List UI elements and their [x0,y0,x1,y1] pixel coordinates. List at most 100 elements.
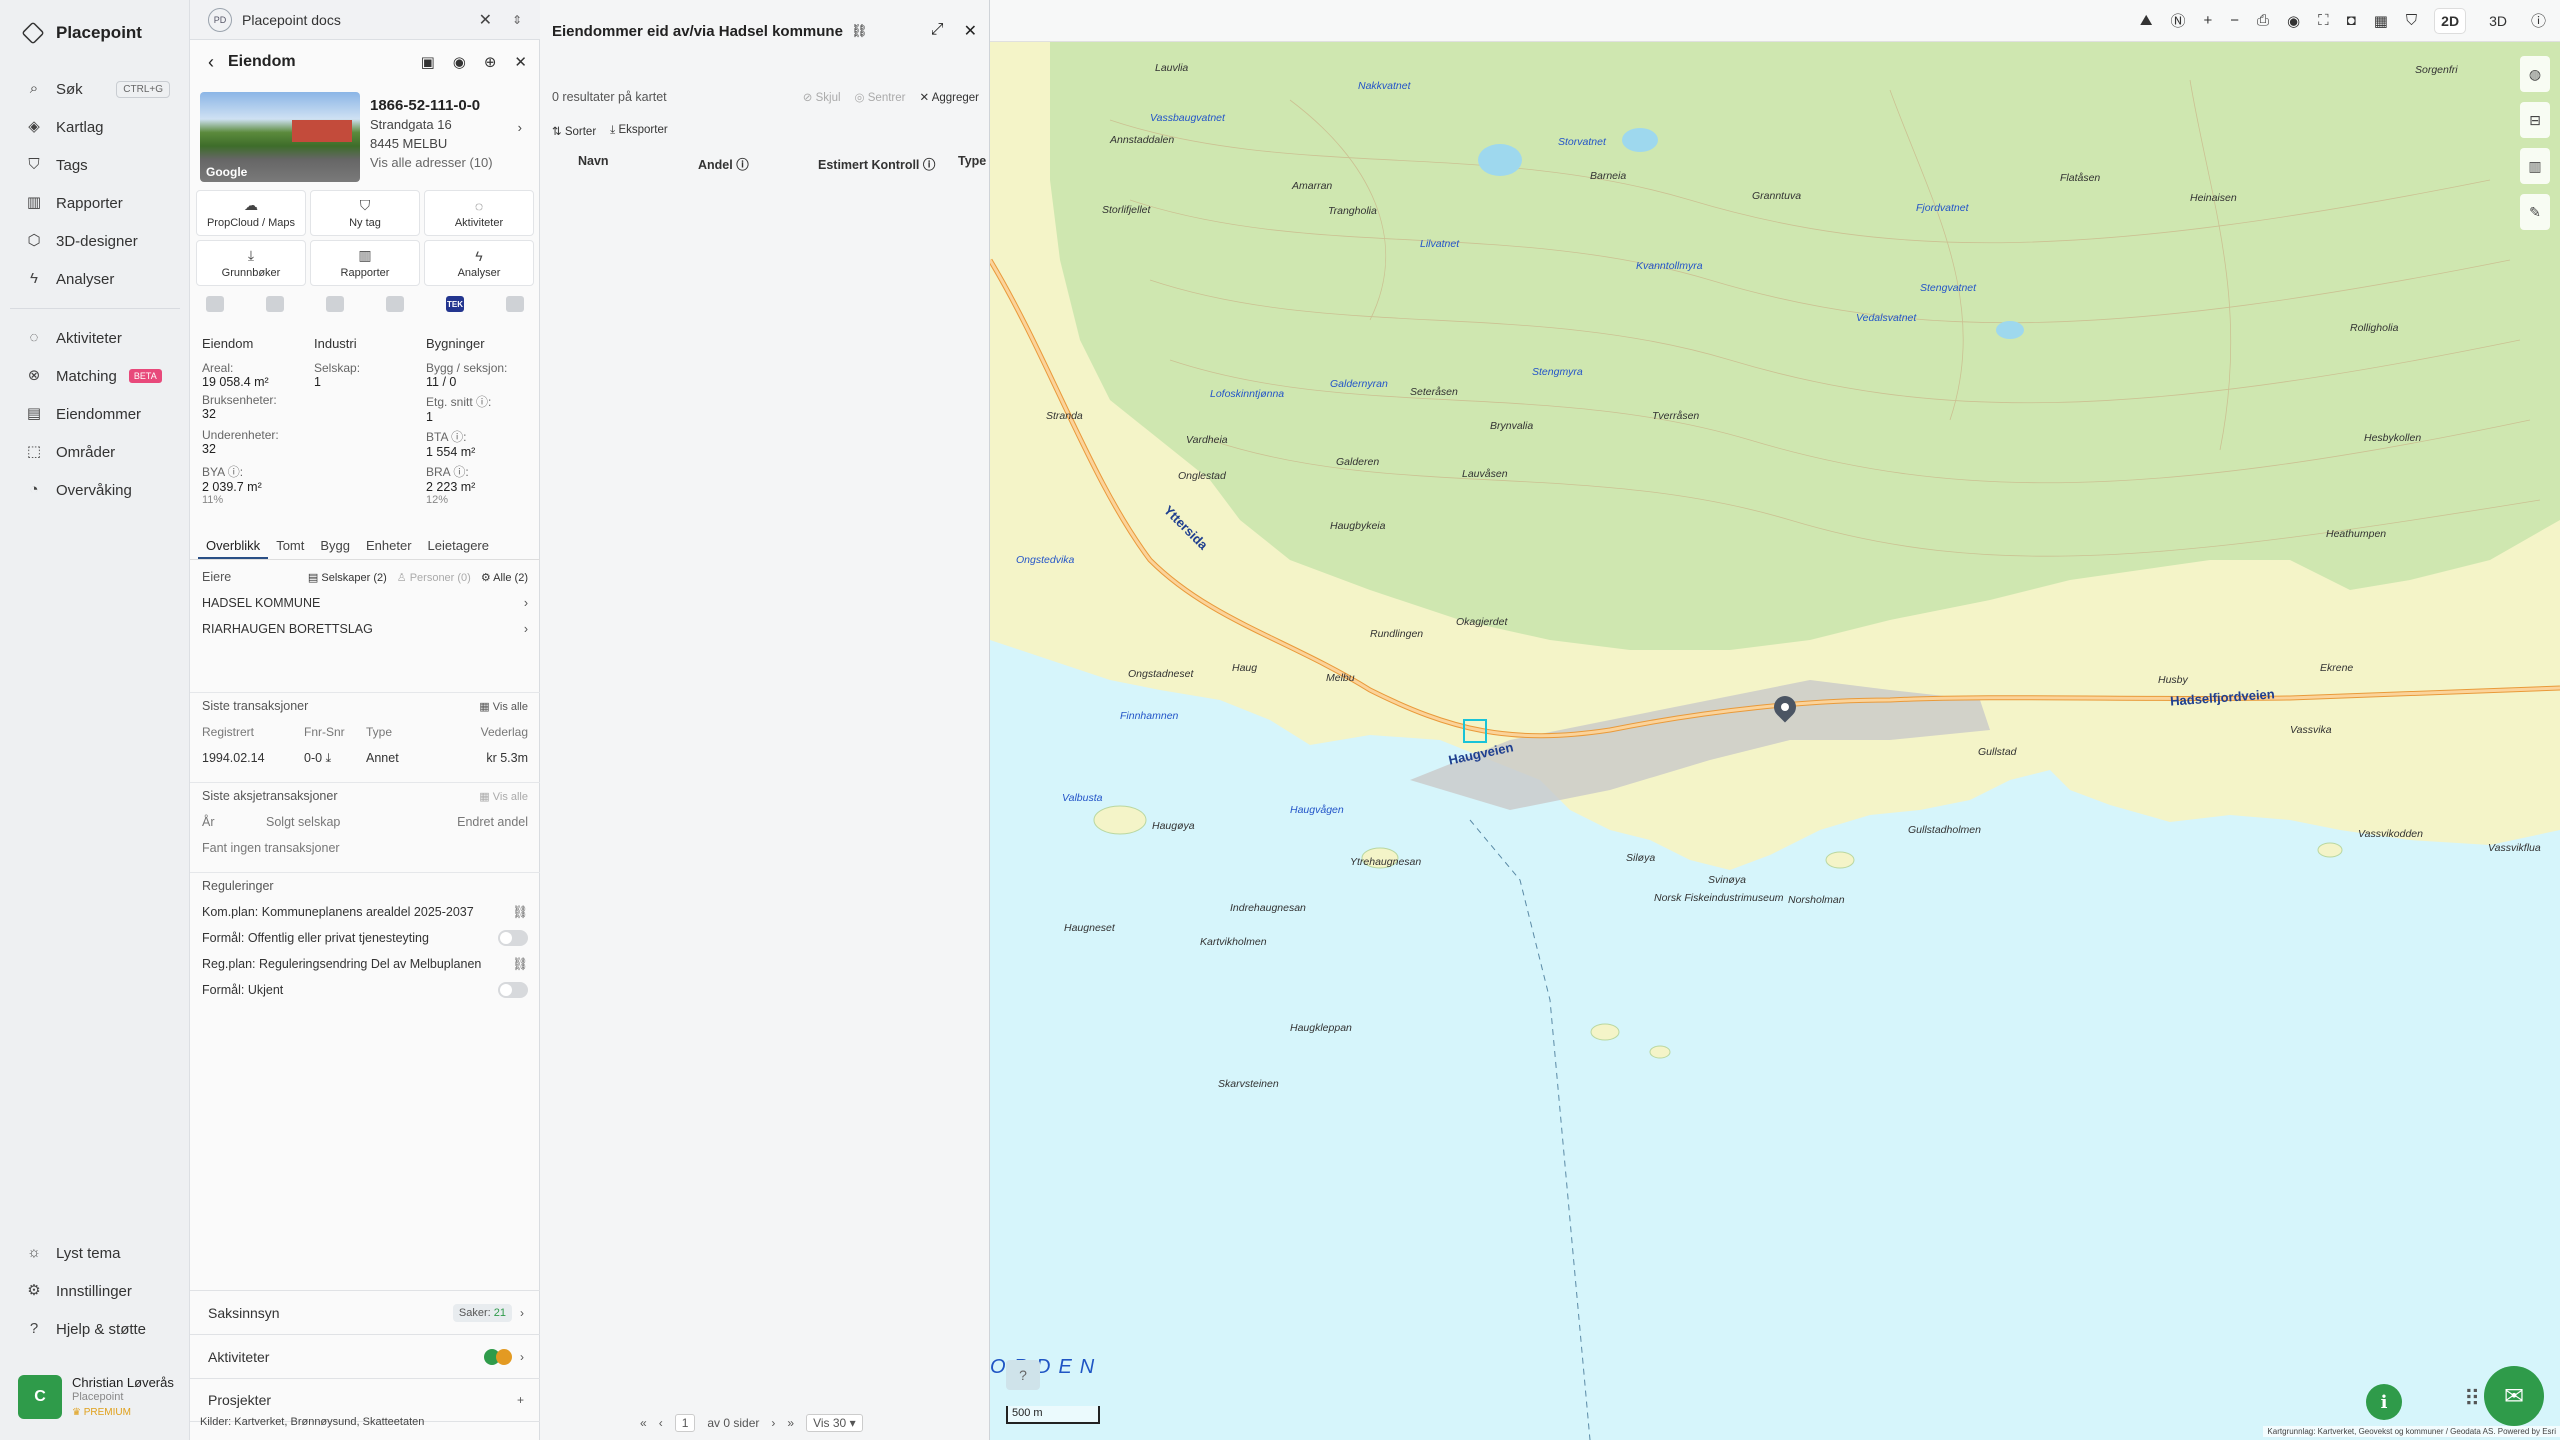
last-page-icon[interactable]: » [787,1416,794,1430]
nav-item-areas[interactable]: ⬚ Områder [0,433,190,471]
property-address[interactable]: 1866-52-111-0-0 Strandgata 16 8445 MELBU… [370,96,530,172]
prev-page-icon[interactable]: ‹ [659,1416,663,1430]
measure-icon[interactable]: ⊟ [2520,102,2550,138]
reports-button[interactable]: ▥ Rapporter [310,240,420,286]
column-header[interactable]: Navn [578,154,609,168]
user-profile[interactable]: C Christian Løverås Placepoint ♛ PREMIUM [18,1372,178,1422]
source-icon[interactable] [206,296,224,312]
nav-item-settings[interactable]: ⚙ Innstillinger [0,1272,190,1310]
page-input[interactable]: 1 [674,1414,696,1432]
hide-button[interactable]: ⊘ Skjul [803,90,841,104]
column-header[interactable]: Andel ⓘ [698,154,749,173]
tab-overview[interactable]: Overblikk [198,530,269,559]
export-button[interactable]: ⤓ Eksporter [610,124,668,138]
nav-item-activities[interactable]: ◌ Aktiviteter [0,319,190,357]
center-button[interactable]: ◎ Sentrer [855,90,906,104]
link-icon[interactable]: ⛓ [851,23,868,39]
propcloud-button[interactable]: ☁ PropCloud / Maps [196,190,306,236]
chat-icon[interactable]: ✉ [2484,1366,2544,1426]
add-icon[interactable]: ⊕ [484,53,497,71]
chevron-updown-icon[interactable]: ⇕ [512,13,522,27]
tab-plot[interactable]: Tomt [268,530,312,559]
show-all-transactions[interactable]: ▦ Vis alle [479,700,528,713]
chart-icon[interactable]: ▥ [2520,148,2550,184]
fullscreen-icon[interactable]: ⛶ [2318,12,2329,29]
eye-icon[interactable]: ◉ [2287,12,2300,30]
aggregate-button[interactable]: ✕ Aggreger [919,90,979,104]
zoom-in-icon[interactable]: + [2204,12,2213,29]
new-tag-button[interactable]: ⛉ Ny tag [310,190,420,236]
analyses-button[interactable]: ϟ Analyser [424,240,534,286]
plus-icon[interactable]: + [517,1393,524,1407]
compass-icon[interactable]: Ⓝ [2170,10,2185,31]
column-header[interactable]: Estimert Kontroll ⓘ [818,154,935,173]
tab-buildings[interactable]: Bygg [312,530,358,559]
nav-item-matching[interactable]: ⊗ Matching BETA [0,357,190,395]
brand[interactable]: Placepoint [21,21,142,45]
all-addresses-link[interactable]: Vis alle adresser (10) [370,153,530,172]
nav-item-light-theme[interactable]: ☼ Lyst tema [0,1234,190,1272]
land-registry-button[interactable]: ⤓ Grunnbøker [196,240,306,286]
layer-toggle[interactable] [498,982,528,998]
layer-toggle[interactable] [498,930,528,946]
owner-row[interactable]: HADSEL KOMMUNE › [190,590,540,616]
tek-source-icon[interactable]: TEK [446,296,464,312]
mode-2d-button[interactable]: 2D [2435,8,2466,33]
source-icon[interactable] [326,296,344,312]
grid-icon[interactable]: ▦ [2374,12,2388,30]
help-icon[interactable]: ? [1006,1360,1040,1390]
info-icon[interactable]: ⓘ [2531,10,2546,31]
nav-item-reports[interactable]: ▥ Rapporter [0,184,190,222]
activities-button[interactable]: ◌ Aktiviteter [424,190,534,236]
print-icon[interactable]: ⎙ [2257,12,2269,29]
column-header[interactable]: Type [958,154,986,168]
link-icon[interactable]: ⛓ [512,905,528,920]
download-icon[interactable]: ⤓ [326,751,332,765]
source-icon[interactable] [506,296,524,312]
regulation-row[interactable]: Reg.plan: Reguleringsendring Del av Melb… [190,951,540,977]
nav-item-help[interactable]: ? Hjelp & støtte [0,1310,190,1348]
back-arrow-icon[interactable]: ‹ [208,52,214,73]
chip-all[interactable]: ⚙ Alle (2) [481,571,528,584]
close-icon[interactable]: ✕ [514,53,527,71]
table-row[interactable]: 1994.02.14 0-0 ⤓ Annet kr 5.3m [190,745,540,771]
nav-item-tags[interactable]: ⛉ Tags [0,146,190,184]
link-icon[interactable]: ⛓ [512,957,528,972]
zoom-out-icon[interactable]: − [2230,12,2239,29]
eye-icon[interactable]: ◉ [453,53,466,71]
sort-button[interactable]: ⇅ Sorter [552,124,596,138]
tab-units[interactable]: Enheter [358,530,420,559]
property-pin-icon[interactable] [1774,696,1796,724]
globe-icon[interactable]: ◍ [2520,56,2550,92]
360-view-icon[interactable]: ▣ [421,53,435,71]
info-icon[interactable]: i [2366,1384,2402,1420]
next-page-icon[interactable]: › [771,1416,775,1430]
chip-companies[interactable]: ▤ Selskaper (2) [308,571,387,584]
close-icon[interactable]: ✕ [479,10,492,30]
per-page-select[interactable]: Vis 30 ▾ [806,1414,863,1432]
draw-icon[interactable]: ✎ [2520,194,2550,230]
camera-icon[interactable]: ◘ [2347,12,2356,29]
chip-persons[interactable]: ♙ Personer (0) [397,571,471,584]
regulation-row[interactable]: Kom.plan: Kommuneplanens arealdel 2025-2… [190,899,540,925]
layers-3d-icon[interactable]: ⛰ [2140,12,2153,29]
bookmark-icon[interactable]: ⛉ [2406,12,2417,29]
nav-item-monitoring[interactable]: ◔ Overvåking [0,471,190,509]
tab-tenants[interactable]: Leietagere [420,530,497,559]
nav-item-layers[interactable]: ◈ Kartlag [0,108,190,146]
nav-item-properties[interactable]: ▤ Eiendommer [0,395,190,433]
nav-item-analyses[interactable]: ϟ Analyser [0,260,190,298]
expand-icon[interactable]: ⤢ [931,21,944,41]
street-view-photo[interactable]: Google [200,92,360,182]
activities-section[interactable]: Aktiviteter › [190,1334,540,1378]
close-icon[interactable]: ✕ [964,21,977,41]
source-icon[interactable] [266,296,284,312]
apps-grid-icon[interactable]: ⠿ [2464,1386,2480,1412]
nav-item-3d-designer[interactable]: ⬡ 3D-designer [0,222,190,260]
docs-tab[interactable]: PD Placepoint docs ✕ ⇕ [190,0,540,40]
nav-item-search[interactable]: ⌕ Søk CTRL+G [0,70,190,108]
mode-3d-button[interactable]: 3D [2483,9,2513,33]
owner-row[interactable]: RIARHAUGEN BORETTSLAG › [190,616,540,642]
case-insight-section[interactable]: Saksinnsyn Saker: 21 › [190,1290,540,1334]
first-page-icon[interactable]: « [640,1416,647,1430]
